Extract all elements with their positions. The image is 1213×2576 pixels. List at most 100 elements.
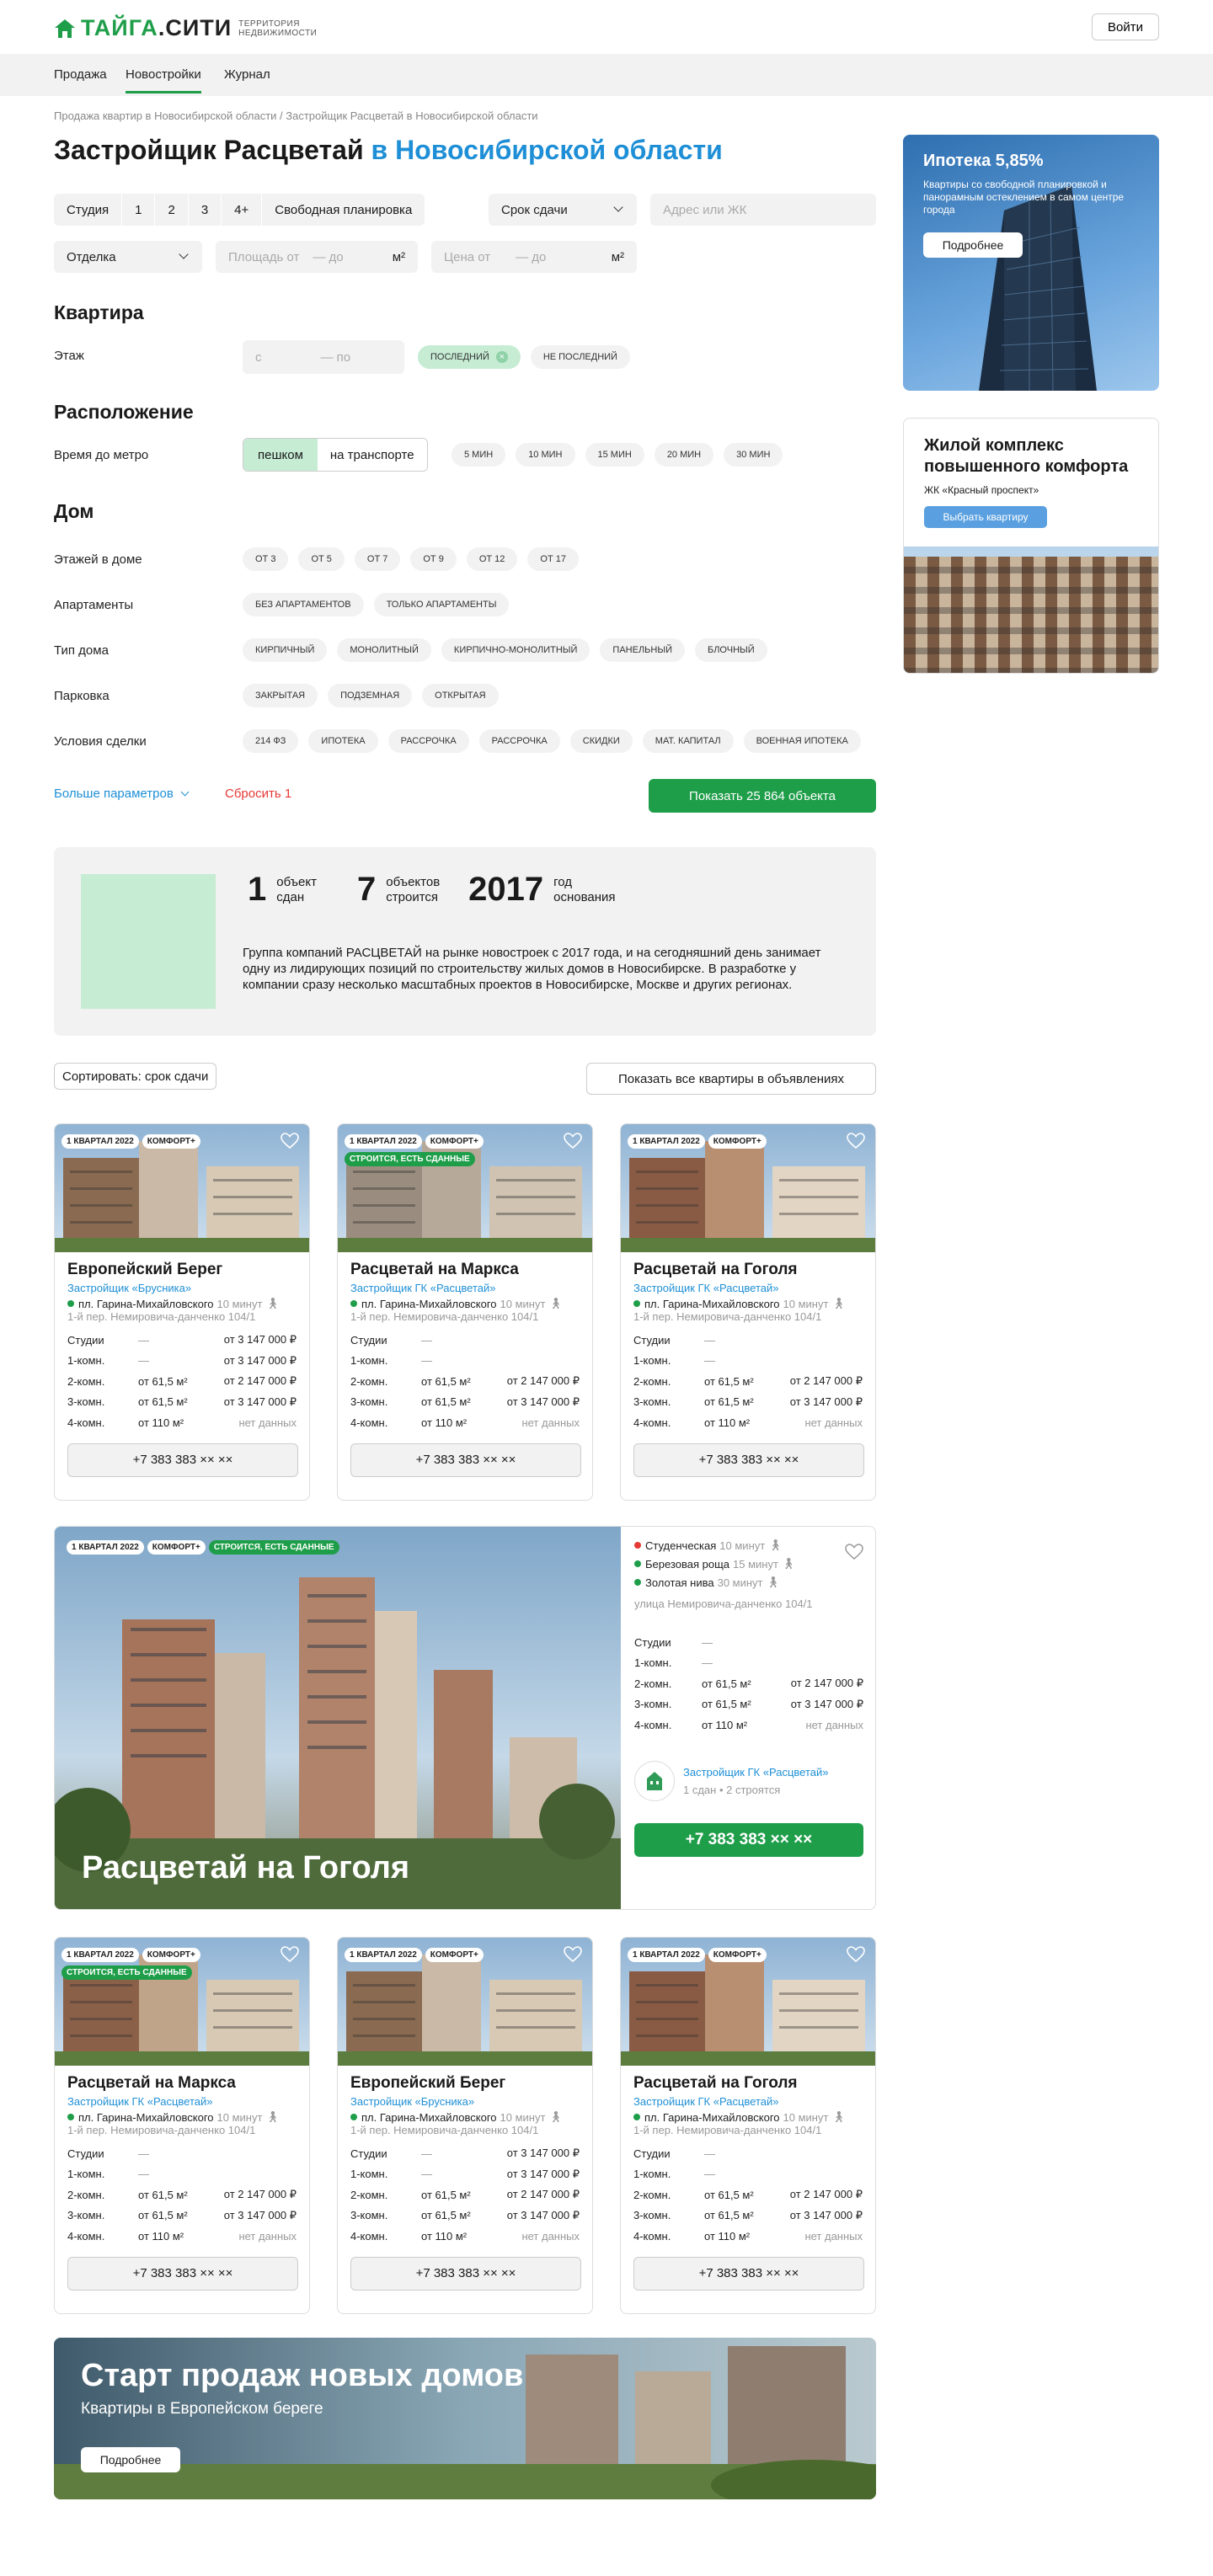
featured-title[interactable]: Расцветай на Гоголя [82,1850,409,1886]
listing-developer[interactable]: Застройщик ГК «Расцветай» [350,1282,580,1294]
listing-card[interactable]: 1 КВАРТАЛ 2022 КОМФОРТ+ СТРОИТСЯ, ЕСТЬ СДА… [337,1123,593,1501]
more-params-link[interactable]: Больше параметров [54,787,190,801]
filter-pill[interactable]: 214 ФЗ [243,729,299,753]
filter-pill[interactable]: кирпично-монолитный [441,638,590,662]
listing-title[interactable]: Расцветай на Гоголя [633,1261,863,1279]
listing-title[interactable]: Европейский Берег [67,1261,297,1279]
floor-not-last-pill[interactable]: не последний [530,345,630,369]
rooms-option-studio[interactable]: Студия [54,194,123,226]
filter-pill[interactable]: мат. капитал [642,729,734,753]
featured-listing[interactable]: 1 КВАРТАЛ 2022 КОМФОРТ+ СТРОИТСЯ, ЕСТЬ СДА… [54,1526,876,1910]
deadline-select[interactable]: Срок сдачи [489,194,637,226]
phone-button[interactable]: +7 383 383 ×× ×× [350,1443,581,1477]
phone-button[interactable]: +7 383 383 ×× ×× [67,2256,298,2291]
heart-icon[interactable] [281,1946,299,1963]
listing-card[interactable]: 1 КВАРТАЛ 2022 КОМФОРТ+ Расцветай на Гогол… [620,1123,876,1501]
floor-last-pill[interactable]: последний × [418,345,521,369]
listing-card[interactable]: 1 КВАРТАЛ 2022 КОМФОРТ+ Европейский Берег З… [337,1937,593,2314]
reset-filters-link[interactable]: Сбросить 1 [225,787,291,801]
area-range-input[interactable]: Площадь от — до м² [216,241,418,273]
filter-pill[interactable]: рассрочка [478,729,560,753]
heart-icon[interactable] [564,1946,582,1963]
phone-button[interactable]: +7 383 383 ×× ×× [350,2256,581,2291]
sort-select[interactable]: Сортировать: срок сдачи [54,1063,217,1090]
listing-developer[interactable]: Застройщик ГК «Расцветай» [633,2095,863,2108]
filter-pill[interactable]: от 9 [410,547,457,571]
close-icon[interactable]: × [495,351,508,363]
filter-pill[interactable]: военная ипотека [743,729,861,753]
listing-developer[interactable]: Застройщик «Брусника» [350,2095,580,2108]
metro-time-pill[interactable]: 30 мин [724,443,783,467]
rooms-option-4plus[interactable]: 4+ [222,194,263,226]
featured-developer-name[interactable]: Застройщик ГК «Расцветай» [683,1766,828,1779]
complex-ad[interactable]: Жилой комплекс повышенного комфорта ЖК «… [903,418,1159,674]
heart-icon[interactable] [847,1946,865,1963]
filter-pill[interactable]: блочный [694,638,767,662]
walk-icon: 🚶︎ [766,1576,781,1588]
show-all-flats-button[interactable]: Показать все квартиры в объявлениях [586,1063,876,1095]
phone-button[interactable]: +7 383 383 ×× ×× [67,1443,298,1477]
mode-walk-option[interactable]: пешком [243,439,318,471]
nav-item-new-buildings[interactable]: Новостройки [126,67,201,93]
heart-icon[interactable] [281,1133,299,1149]
filter-pill[interactable]: панельный [600,638,685,662]
floor-range-input[interactable]: с — по [243,340,404,374]
rooms-option-3[interactable]: 3 [189,194,222,226]
heart-icon[interactable] [845,1544,863,1560]
metro-time-pill[interactable]: 10 мин [516,443,575,467]
metro-time-pill[interactable]: 5 мин [452,443,506,467]
filter-pill[interactable]: закрытая [243,684,318,707]
filter-pill[interactable]: монолитный [337,638,431,662]
filter-pill[interactable]: без апартаментов [243,593,364,616]
listing-developer[interactable]: Застройщик «Брусника» [67,1282,297,1294]
listing-title[interactable]: Расцветай на Марксa [67,2074,297,2093]
breadcrumb[interactable]: Продажа квартир в Новосибирской области … [54,109,538,122]
address-input[interactable]: Адрес или ЖК [650,194,876,226]
listing-card[interactable]: 1 КВАРТАЛ 2022 КОМФОРТ+ Расцветай на Гогол… [620,1937,876,2314]
mortgage-ad[interactable]: Ипотека 5,85% Квартиры со свободной план… [903,135,1159,391]
filter-pill[interactable]: скидки [569,729,633,753]
listing-title[interactable]: Расцветай на Гоголя [633,2074,863,2093]
filter-pill[interactable]: от 7 [354,547,401,571]
filter-pill[interactable]: от 5 [298,547,345,571]
logo[interactable]: ТАЙГА.СИТИ ТЕРРИТОРИЯ НЕДВИЖИМОСТИ [54,15,317,41]
phone-button[interactable]: +7 383 383 ×× ×× [633,1443,864,1477]
metro-time-pill[interactable]: 20 мин [654,443,714,467]
house-filter-pills: 214 ФЗ ипотека рассрочка рассрочка скидки мат… [243,729,871,753]
filter-pill[interactable]: только апартаменты [373,593,510,616]
listing-card[interactable]: 1 КВАРТАЛ 2022 КОМФОРТ+ Европейский Берег З… [54,1123,310,1501]
nav-item-journal[interactable]: Журнал [224,67,270,82]
rooms-option-1[interactable]: 1 [122,194,156,226]
promo-banner[interactable]: Старт продаж новых домов Квартиры в Евро… [54,2338,876,2499]
metro-time-pill[interactable]: 15 мин [585,443,644,467]
promo-button[interactable]: Подробнее [81,2447,180,2472]
filter-pill[interactable]: от 3 [243,547,289,571]
listing-title[interactable]: Расцветай на Марксa [350,1261,580,1279]
listing-developer[interactable]: Застройщик ГК «Расцветай» [633,1282,863,1294]
mode-transport-option[interactable]: на транспорте [317,439,427,471]
choose-flat-button[interactable]: Выбрать квартиру [924,506,1047,528]
filter-pill[interactable]: ипотека [308,729,378,753]
featured-phone-button[interactable]: +7 383 383 ×× ×× [634,1822,863,1857]
mortgage-ad-button[interactable]: Подробнее [923,232,1023,258]
filter-pill[interactable]: подземная [328,684,413,707]
login-button[interactable]: Войти [1092,13,1159,40]
filter-pill[interactable]: от 12 [466,547,518,571]
price-range-input[interactable]: Цена от — до м² [431,241,637,273]
listing-card[interactable]: 1 КВАРТАЛ 2022 КОМФОРТ+ СТРОИТСЯ, ЕСТЬ СДА… [54,1937,310,2314]
heart-icon[interactable] [564,1133,582,1149]
finish-select[interactable]: Отделка [54,241,202,273]
listing-developer[interactable]: Застройщик ГК «Расцветай» [67,2095,297,2108]
nav-item-sale[interactable]: Продажа [54,67,107,82]
listing-title[interactable]: Европейский Берег [350,2074,580,2093]
filter-pill[interactable]: кирпичный [243,638,328,662]
filter-pill[interactable]: открытая [422,684,499,707]
filter-pill[interactable]: рассрочка [387,729,469,753]
phone-button[interactable]: +7 383 383 ×× ×× [633,2256,864,2291]
rooms-option-free-layout[interactable]: Свободная планировка [262,194,425,226]
heart-icon[interactable] [847,1133,865,1149]
rooms-option-2[interactable]: 2 [155,194,189,226]
filter-pill[interactable]: от 17 [527,547,579,571]
show-results-button[interactable]: Показать 25 864 объекта [649,779,876,813]
featured-developer[interactable]: Застройщик ГК «Расцветай» 1 сдан • 2 стр… [634,1760,863,1801]
